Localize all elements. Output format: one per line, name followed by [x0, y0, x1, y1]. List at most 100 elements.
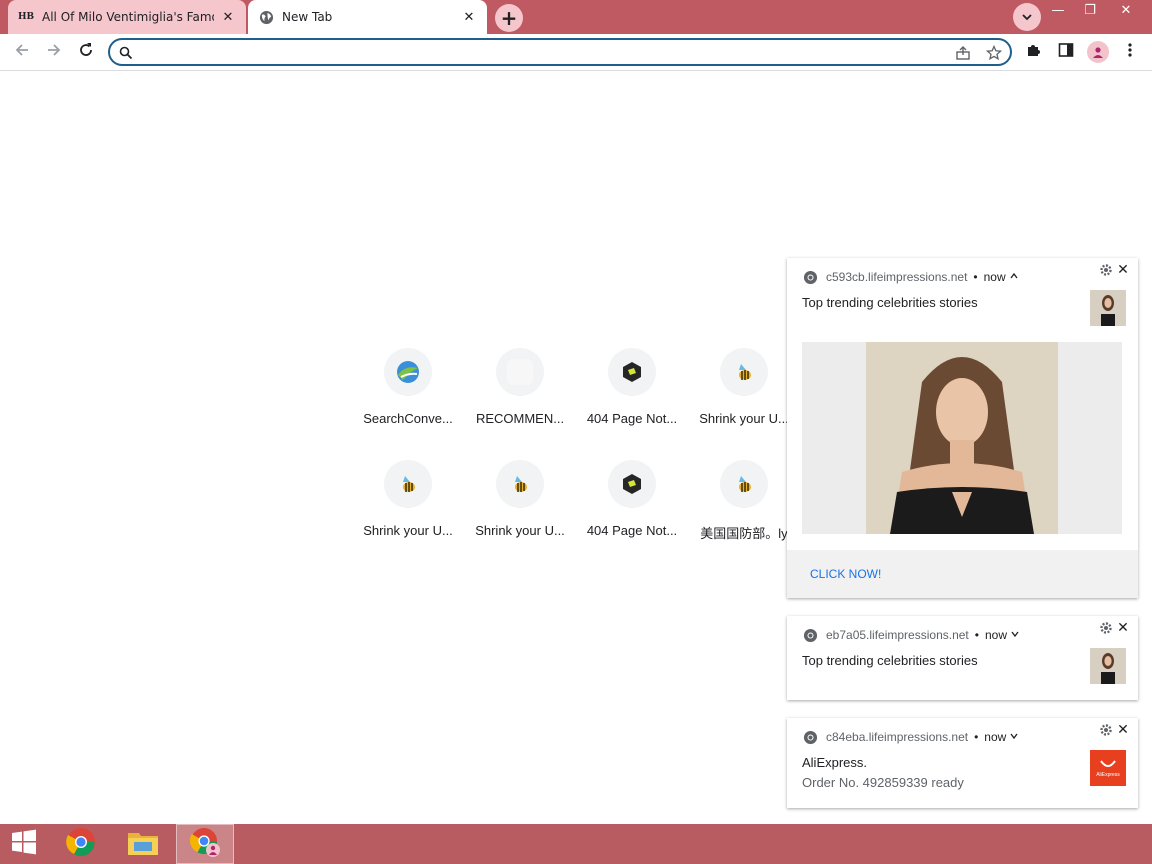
bee-icon — [384, 460, 432, 508]
cube-icon — [608, 460, 656, 508]
notification-card[interactable]: c593cb.lifeimpressions.net • now ✕ Top t… — [787, 258, 1138, 598]
menu-button[interactable] — [1117, 39, 1143, 65]
tab-close-button[interactable]: ✕ — [461, 9, 477, 25]
notification-card[interactable]: eb7a05.lifeimpressions.net • now ✕ Top t… — [787, 616, 1138, 700]
chrome-icon — [803, 628, 818, 642]
notification-title: Top trending celebrities stories — [802, 295, 978, 310]
shortcut-tile[interactable]: SearchConve... — [352, 348, 464, 460]
arrow-right-icon — [45, 41, 63, 63]
shortcut-label: RECOMMEN... — [475, 411, 565, 426]
notification-title: Top trending celebrities stories — [802, 653, 978, 668]
tab-search-button[interactable] — [1013, 3, 1041, 31]
cube-icon — [608, 348, 656, 396]
shortcut-tile[interactable]: 404 Page Not... — [576, 460, 688, 572]
tab-title: All Of Milo Ventimiglia's Famous — [42, 10, 214, 24]
kebab-menu-icon — [1128, 42, 1132, 62]
aliexpress-logo-icon: AliExpress — [1090, 750, 1126, 786]
click-now-button[interactable]: CLICK NOW! — [810, 567, 881, 581]
chrome-logo-icon — [66, 827, 96, 861]
new-tab-button[interactable]: + — [495, 4, 523, 32]
windows-logo-icon — [11, 829, 37, 859]
notification-time: now — [984, 628, 1007, 642]
notification-time: now — [983, 270, 1006, 284]
back-button[interactable] — [8, 38, 36, 66]
tab-strip: HB All Of Milo Ventimiglia's Famous ✕ Ne… — [0, 0, 1152, 34]
tab-title: New Tab — [282, 10, 333, 24]
hb-favicon-icon: HB — [17, 12, 35, 22]
shortcut-label: Shrink your U... — [475, 523, 565, 538]
notification-header: c84eba.lifeimpressions.net • now — [803, 728, 1018, 746]
taskbar-file-explorer[interactable] — [114, 824, 172, 864]
puzzle-icon — [1026, 42, 1042, 62]
gear-icon[interactable] — [1100, 264, 1112, 276]
shortcut-label: Shrink your U... — [699, 411, 789, 426]
omnibox-input[interactable] — [142, 43, 942, 61]
extensions-button[interactable] — [1021, 39, 1047, 65]
folder-icon — [127, 828, 159, 860]
chevron-down-icon[interactable] — [1010, 732, 1018, 742]
chrome-icon — [803, 730, 818, 744]
separator-dot: • — [974, 730, 979, 744]
notification-header: c593cb.lifeimpressions.net • now — [803, 268, 1018, 286]
chevron-down-icon[interactable] — [1011, 630, 1019, 640]
shortcut-tile[interactable]: Shrink your U... — [688, 348, 800, 460]
tab-milo-ventimiglia[interactable]: HB All Of Milo Ventimiglia's Famous ✕ — [8, 0, 246, 34]
notification-thumbnail — [1090, 648, 1126, 684]
start-button[interactable] — [0, 824, 48, 864]
shortcut-label: 美国国防部。ly — [700, 526, 788, 541]
gear-icon[interactable] — [1100, 622, 1112, 634]
tab-new-tab[interactable]: New Tab ✕ — [248, 0, 487, 34]
bee-icon — [496, 460, 544, 508]
shortcut-tile[interactable]: 404 Page Not... — [576, 348, 688, 460]
bee-icon — [720, 460, 768, 508]
globe-icon — [258, 9, 274, 25]
windows-taskbar — [0, 824, 1152, 864]
taskbar-chrome[interactable] — [52, 824, 110, 864]
shortcut-tile[interactable]: RECOMMEN... — [464, 348, 576, 460]
restore-button[interactable]: ❐ — [1072, 0, 1108, 20]
chrome-profile-icon — [189, 826, 221, 862]
window-close-button[interactable]: ✕ — [1108, 0, 1144, 20]
shortcut-tile[interactable]: 美国国防部。ly — [688, 460, 800, 572]
side-panel-button[interactable] — [1053, 39, 1079, 65]
chrome-icon — [803, 270, 818, 284]
notification-body: Order No. 492859339 ready — [802, 775, 964, 790]
forward-button[interactable] — [40, 38, 68, 66]
blank-site-icon — [496, 348, 544, 396]
gear-icon[interactable] — [1100, 724, 1112, 736]
search-converter-icon — [384, 348, 432, 396]
shortcut-tile[interactable]: Shrink your U... — [352, 460, 464, 572]
shortcut-label: 404 Page Not... — [586, 411, 678, 426]
close-icon[interactable]: ✕ — [1115, 261, 1131, 277]
notification-card[interactable]: c84eba.lifeimpressions.net • now ✕ AliEx… — [787, 718, 1138, 808]
reload-icon — [77, 41, 95, 63]
notification-site: c84eba.lifeimpressions.net — [826, 730, 969, 744]
share-icon[interactable] — [954, 44, 972, 62]
notification-image — [802, 342, 1122, 534]
chevron-up-icon[interactable] — [1010, 272, 1018, 282]
side-panel-icon — [1058, 42, 1074, 62]
shortcut-tile[interactable]: Shrink your U... — [464, 460, 576, 572]
avatar — [1087, 41, 1109, 63]
shortcut-label: SearchConve... — [363, 411, 453, 426]
close-icon[interactable]: ✕ — [1115, 619, 1131, 635]
search-icon — [119, 45, 133, 64]
star-icon[interactable] — [985, 44, 1003, 62]
tab-close-button[interactable]: ✕ — [220, 9, 236, 25]
bee-icon — [720, 348, 768, 396]
chevron-down-icon — [1021, 8, 1033, 27]
shortcut-label: Shrink your U... — [363, 523, 453, 538]
notification-title: AliExpress. — [802, 755, 868, 770]
shortcut-label: 404 Page Not... — [586, 523, 678, 538]
notification-site: eb7a05.lifeimpressions.net — [826, 628, 969, 642]
taskbar-chrome-profile[interactable] — [176, 824, 234, 864]
address-bar[interactable] — [108, 38, 1012, 66]
close-icon[interactable]: ✕ — [1115, 721, 1131, 737]
minimize-button[interactable]: — — [1040, 0, 1076, 20]
arrow-left-icon — [13, 41, 31, 63]
notification-actions: CLICK NOW! — [787, 550, 1138, 598]
separator-dot: • — [973, 270, 978, 284]
notification-header: eb7a05.lifeimpressions.net • now — [803, 626, 1019, 644]
reload-button[interactable] — [72, 38, 100, 66]
profile-button[interactable] — [1085, 39, 1111, 65]
